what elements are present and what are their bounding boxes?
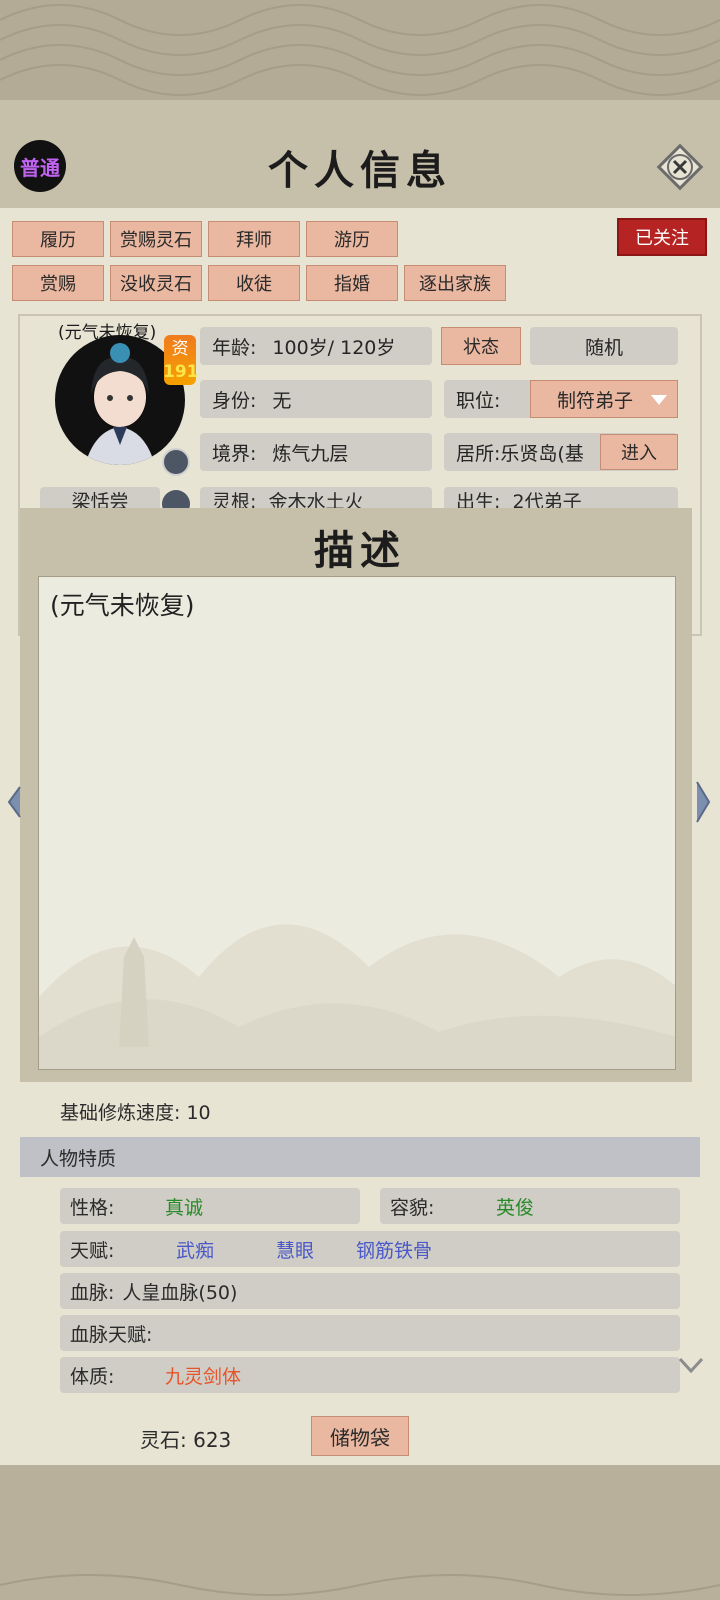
storage-bag-button[interactable]: 储物袋 xyxy=(311,1416,409,1456)
identity-field: 身份: 无 xyxy=(200,380,432,418)
cultivation-speed: 基础修炼速度: 10 xyxy=(60,1098,211,1125)
enter-button[interactable]: 进入 xyxy=(600,434,678,470)
talent-item[interactable]: 钢筋铁骨 xyxy=(356,1236,432,1263)
age-value: 100岁/ 120岁 xyxy=(272,336,396,359)
bottom-wave-decoration xyxy=(0,1465,720,1600)
identity-label: 身份: xyxy=(212,389,257,412)
traits-section-header: 人物特质 xyxy=(20,1137,700,1177)
position-value: 制符弟子 xyxy=(557,389,634,412)
realm-value: 炼气九层 xyxy=(272,442,349,465)
reward-stones-button[interactable]: 赏赐灵石 xyxy=(110,221,202,257)
position-label: 职位: xyxy=(456,389,501,412)
history-button[interactable]: 履历 xyxy=(12,221,104,257)
scroll-down-indicator[interactable] xyxy=(678,1355,704,1375)
physique-value[interactable]: 九灵剑体 xyxy=(165,1362,241,1389)
talent-item[interactable]: 武痴 xyxy=(176,1236,276,1263)
chevron-right-icon xyxy=(696,781,711,823)
apprentice-button[interactable]: 拜师 xyxy=(208,221,300,257)
description-title: 描述 xyxy=(314,527,406,574)
speed-value: 10 xyxy=(186,1102,211,1124)
position-field: 职位: xyxy=(444,380,534,418)
bloodline-row: 血脉: 人皇血脉(50) xyxy=(60,1273,680,1309)
chevron-down-icon xyxy=(651,395,667,405)
bloodline-value: 人皇血脉(50) xyxy=(122,1281,238,1304)
residence-value: 乐贤岛(基 xyxy=(500,442,584,465)
top-wave-decoration xyxy=(0,0,720,100)
talent-label: 天赋: xyxy=(70,1239,115,1262)
physique-label: 体质: xyxy=(70,1365,115,1388)
age-field: 年龄: 100岁/ 120岁 xyxy=(200,327,432,365)
page-title: 个人信息 xyxy=(268,147,452,194)
age-label: 年龄: xyxy=(212,336,257,359)
edit-pen-icon[interactable] xyxy=(162,448,190,476)
speed-label: 基础修炼速度: xyxy=(60,1102,181,1124)
personality-row: 性格: 真诚 xyxy=(60,1188,360,1224)
random-button[interactable]: 随机 xyxy=(530,327,678,365)
appearance-row: 容貌: 英俊 xyxy=(380,1188,680,1224)
realm-field: 境界: 炼气九层 xyxy=(200,433,432,471)
confiscate-stones-button[interactable]: 没收灵石 xyxy=(110,265,202,301)
next-character-button[interactable] xyxy=(694,780,712,828)
identity-value: 无 xyxy=(272,389,292,412)
physique-row: 体质: 九灵剑体 xyxy=(60,1357,680,1393)
prev-character-button[interactable] xyxy=(6,785,22,823)
close-button[interactable] xyxy=(655,142,705,192)
personality-value: 真诚 xyxy=(165,1196,204,1219)
bloodline-talent-row: 血脉天赋: xyxy=(60,1315,680,1351)
realm-label: 境界: xyxy=(212,442,257,465)
followed-button[interactable]: 已关注 xyxy=(617,218,707,256)
travel-button[interactable]: 游历 xyxy=(306,221,398,257)
close-icon xyxy=(656,143,704,191)
expel-button[interactable]: 逐出家族 xyxy=(404,265,506,301)
chevron-down-icon xyxy=(678,1357,704,1374)
position-dropdown[interactable]: 制符弟子 xyxy=(530,380,678,418)
description-body xyxy=(38,576,676,1070)
status-button[interactable]: 状态 xyxy=(441,327,521,365)
reward-button[interactable]: 赏赐 xyxy=(12,265,104,301)
talent-row: 天赋: 武痴 慧眼 钢筋铁骨 xyxy=(60,1231,680,1267)
aptitude-value: 191 xyxy=(163,362,199,382)
bloodline-label: 血脉: xyxy=(70,1281,115,1304)
spirit-stone-label: 灵石: xyxy=(140,1428,187,1452)
mountain-painting-icon xyxy=(39,924,675,1069)
residence-label: 居所: xyxy=(456,442,501,465)
talent-item[interactable]: 慧眼 xyxy=(276,1236,356,1263)
spirit-stones: 灵石: 623 xyxy=(140,1424,231,1453)
description-text: (元气未恢复) xyxy=(50,591,195,620)
appearance-value: 英俊 xyxy=(496,1196,535,1219)
personality-label: 性格: xyxy=(70,1196,115,1219)
chevron-left-icon xyxy=(7,786,21,818)
bloodline-talent-label: 血脉天赋: xyxy=(70,1323,153,1346)
arrange-marriage-button[interactable]: 指婚 xyxy=(306,265,398,301)
take-disciple-button[interactable]: 收徒 xyxy=(208,265,300,301)
appearance-label: 容貌: xyxy=(390,1196,435,1219)
spirit-stone-value: 623 xyxy=(193,1428,232,1452)
